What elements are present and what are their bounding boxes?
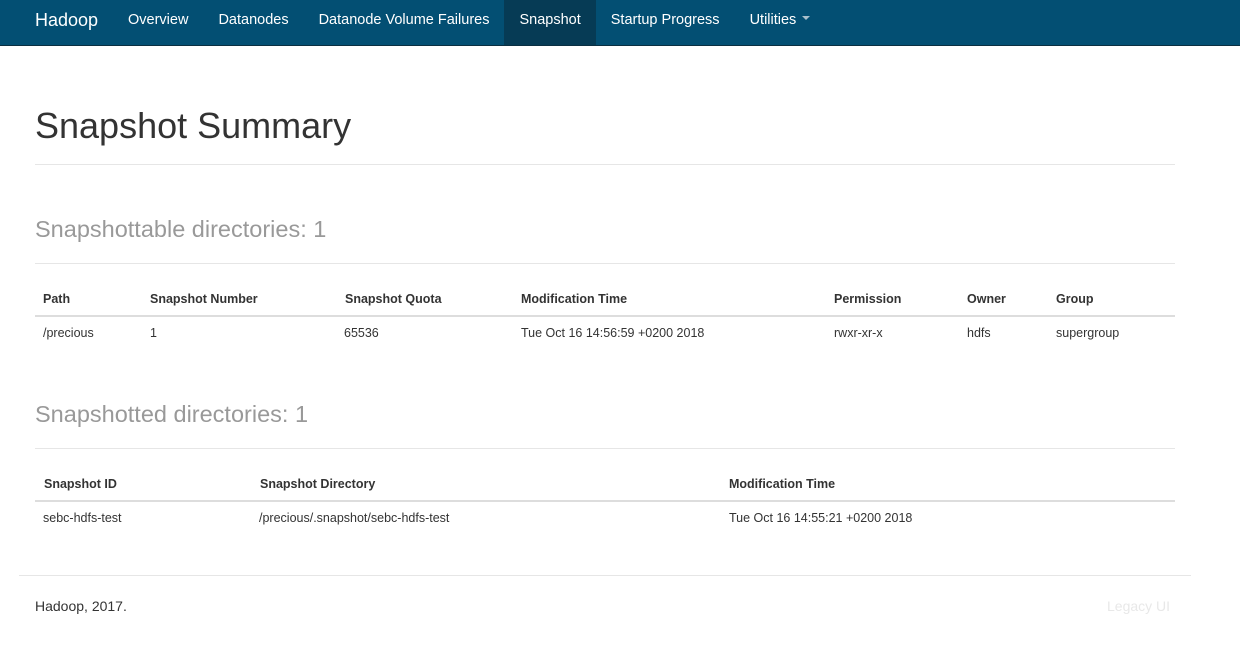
table-row: /precious 1 65536 Tue Oct 16 14:56:59 +0… <box>35 317 1175 350</box>
legacy-ui-link[interactable]: Legacy UI <box>1107 598 1170 614</box>
page-title: Snapshot Summary <box>35 105 352 146</box>
column-header-group: Group <box>1056 292 1094 306</box>
cell-permission: rwxr-xr-x <box>834 326 883 340</box>
snapshottable-divider <box>35 263 1175 264</box>
snapshottable-section-title: Snapshottable directories: 1 <box>35 216 327 242</box>
nav-item-datanode-volume-failures[interactable]: Datanode Volume Failures <box>304 0 505 45</box>
nav-menu: Overview Datanodes Datanode Volume Failu… <box>113 0 825 45</box>
column-header-snapshot-number: Snapshot Number <box>150 292 258 306</box>
footer-divider <box>19 575 1191 576</box>
brand-logo[interactable]: Hadoop <box>35 0 98 45</box>
table-header-row: Snapshot ID Snapshot Directory Modificat… <box>35 467 1175 502</box>
cell-snapshot-quota: 65536 <box>344 326 379 340</box>
top-navbar: Hadoop Overview Datanodes Datanode Volum… <box>0 0 1240 46</box>
cell-snapshot-number: 1 <box>150 326 157 340</box>
nav-item-startup-progress[interactable]: Startup Progress <box>596 0 735 45</box>
column-header-modification-time: Modification Time <box>729 477 836 491</box>
snapshotted-divider <box>35 448 1175 449</box>
column-header-snapshot-directory: Snapshot Directory <box>260 477 376 491</box>
caret-down-icon <box>802 16 811 21</box>
column-header-owner: Owner <box>967 292 1006 306</box>
cell-snapshot-directory: /precious/.snapshot/sebc-hdfs-test <box>259 511 450 525</box>
nav-item-utilities-dropdown[interactable]: Utilities <box>735 0 826 45</box>
nav-item-utilities-label: Utilities <box>749 12 797 28</box>
cell-modification-time: Tue Oct 16 14:56:59 +0200 2018 <box>521 326 705 340</box>
snapshotted-section-title: Snapshotted directories: 1 <box>35 401 309 427</box>
nav-item-overview[interactable]: Overview <box>113 0 203 45</box>
column-header-modification-time: Modification Time <box>521 292 628 306</box>
column-header-snapshot-quota: Snapshot Quota <box>345 292 442 306</box>
cell-group: supergroup <box>1056 326 1120 340</box>
cell-snapshot-id: sebc-hdfs-test <box>43 511 122 525</box>
footer-copyright: Hadoop, 2017. <box>35 598 127 614</box>
snapshottable-table: Path Snapshot Number Snapshot Quota Modi… <box>35 282 1175 350</box>
table-header-row: Path Snapshot Number Snapshot Quota Modi… <box>35 282 1175 317</box>
cell-path: /precious <box>43 326 94 340</box>
column-header-permission: Permission <box>834 292 902 306</box>
cell-owner: hdfs <box>967 326 991 340</box>
nav-item-snapshot[interactable]: Snapshot <box>504 0 596 45</box>
title-divider <box>35 164 1175 165</box>
cell-modification-time: Tue Oct 16 14:55:21 +0200 2018 <box>729 511 913 525</box>
table-row: sebc-hdfs-test /precious/.snapshot/sebc-… <box>35 502 1175 535</box>
column-header-snapshot-id: Snapshot ID <box>44 477 117 491</box>
nav-item-datanodes[interactable]: Datanodes <box>203 0 303 45</box>
column-header-path: Path <box>43 292 71 306</box>
snapshotted-table: Snapshot ID Snapshot Directory Modificat… <box>35 467 1175 535</box>
